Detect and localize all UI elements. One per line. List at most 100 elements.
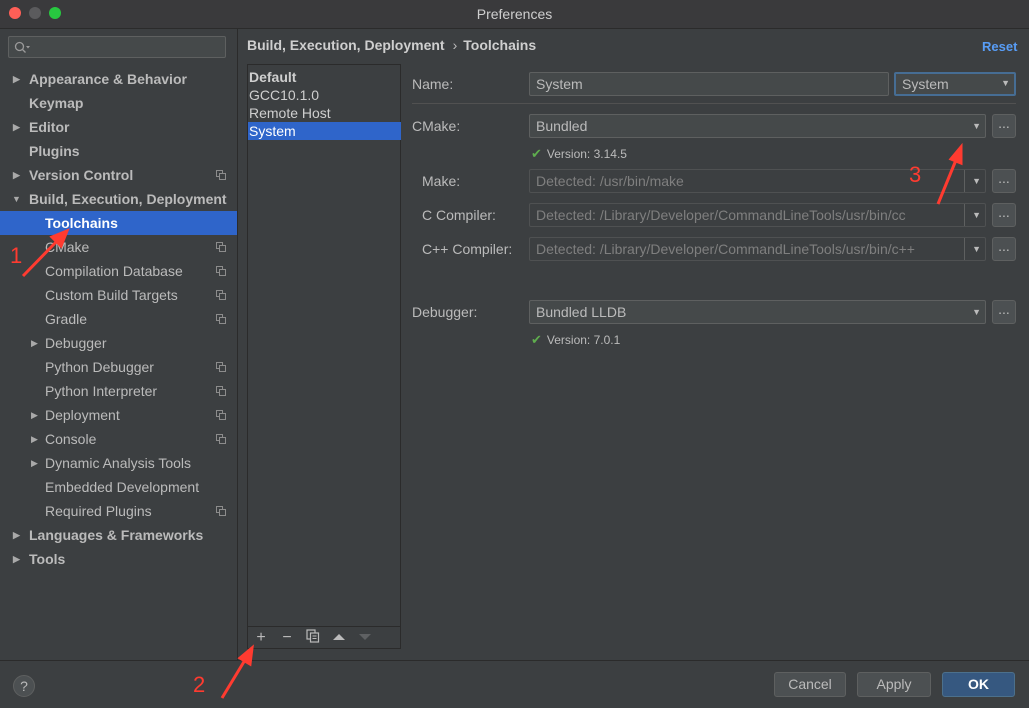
sidebar-item-build-execution-deployment[interactable]: ▼ Build, Execution, Deployment [0,187,237,211]
add-icon[interactable]: + [251,629,271,647]
toolchain-item-remote-host[interactable]: Remote Host [248,104,401,122]
project-settings-icon [216,242,226,252]
environment-type-value: System [902,76,949,92]
expand-arrow-icon[interactable]: ▶ [31,403,38,427]
expand-arrow-icon[interactable]: ▶ [31,331,38,355]
search-input[interactable] [8,36,226,58]
help-button[interactable]: ? [13,675,35,697]
move-down-icon[interactable] [355,629,375,647]
apply-button[interactable]: Apply [857,672,931,697]
sidebar-item-label: Required Plugins [45,503,152,519]
make-value: Detected: /usr/bin/make [536,173,684,189]
toolchain-item-system[interactable]: System [248,122,401,140]
toolchain-item-gcc[interactable]: GCC10.1.0 [248,86,401,104]
cmake-version: ✔ Version: 3.14.5 [531,146,627,162]
list-toolbar: + − [248,626,400,649]
name-input[interactable]: System [529,72,889,96]
sidebar-item-label: Dynamic Analysis Tools [45,455,192,471]
make-browse-button[interactable]: ... [992,169,1016,193]
cpp-compiler-browse-button[interactable]: ... [992,237,1016,261]
sidebar-item-label: Toolchains [45,215,118,231]
toolchain-item-default[interactable]: Default [248,68,401,86]
sidebar-item-debugger[interactable]: ▶ Debugger [0,331,237,355]
annotation-number-2: 2 [193,672,206,697]
toolchain-list: Default GCC10.1.0 Remote Host System + − [247,64,401,649]
sidebar-item-console[interactable]: ▶ Console [0,427,237,451]
debugger-value: Bundled LLDB [536,304,627,320]
project-settings-icon [216,314,226,324]
sidebar-item-editor[interactable]: ▶ Editor [0,115,237,139]
sidebar-item-toolchains[interactable]: Toolchains [0,211,237,235]
combobox-separator [964,204,965,226]
sidebar-item-label: Build, Execution, Deployment [29,191,227,207]
annotation-number-1: 1 [10,243,23,268]
sidebar-item-tools[interactable]: ▶ Tools [0,547,237,571]
sidebar-item-plugins[interactable]: Plugins [0,139,237,163]
make-label: Make: [422,173,461,189]
expand-arrow-icon[interactable]: ▶ [31,427,38,451]
debugger-label: Debugger: [412,304,478,320]
sidebar-item-label: Custom Build Targets [45,287,178,303]
expand-arrow-icon[interactable]: ▶ [31,451,38,475]
title-bar: Preferences [0,0,1029,29]
cmake-label: CMake: [412,118,461,134]
chevron-down-icon[interactable]: ▼ [972,170,981,192]
sidebar-item-embedded-development[interactable]: Embedded Development [0,475,237,499]
collapse-arrow-icon[interactable]: ▼ [12,187,21,211]
sidebar-item-label: Keymap [29,95,84,111]
sidebar-item-custom-build-targets[interactable]: Custom Build Targets [0,283,237,307]
c-compiler-browse-button[interactable]: ... [992,203,1016,227]
cancel-button[interactable]: Cancel [774,672,846,697]
cpp-compiler-combobox[interactable]: Detected: /Library/Developer/CommandLine… [529,237,986,261]
check-icon: ✔ [531,332,542,347]
sidebar-item-dynamic-analysis-tools[interactable]: ▶ Dynamic Analysis Tools [0,451,237,475]
chevron-down-icon: ▼ [972,307,981,317]
sidebar-item-compilation-database[interactable]: Compilation Database [0,259,237,283]
sidebar-item-python-debugger[interactable]: Python Debugger [0,355,237,379]
project-settings-icon [216,266,226,276]
sidebar-item-keymap[interactable]: Keymap [0,91,237,115]
cmake-value: Bundled [536,118,588,134]
remove-icon[interactable]: − [277,629,297,647]
expand-arrow-icon[interactable]: ▶ [13,547,20,571]
sidebar-item-required-plugins[interactable]: Required Plugins [0,499,237,523]
c-compiler-combobox[interactable]: Detected: /Library/Developer/CommandLine… [529,203,986,227]
expand-arrow-icon[interactable]: ▶ [13,115,20,139]
chevron-down-icon[interactable]: ▼ [972,238,981,260]
sidebar-item-python-interpreter[interactable]: Python Interpreter [0,379,237,403]
c-compiler-value: Detected: /Library/Developer/CommandLine… [536,207,906,223]
sidebar-item-deployment[interactable]: ▶ Deployment [0,403,237,427]
sidebar-item-label: Embedded Development [45,479,200,495]
sidebar-item-version-control[interactable]: ▶ Version Control [0,163,237,187]
cmake-dropdown[interactable]: Bundled ▼ [529,114,986,138]
sidebar-item-label: Python Interpreter [45,383,158,399]
sidebar-item-label: Deployment [45,407,120,423]
reset-link[interactable]: Reset [982,39,1017,54]
ok-button[interactable]: OK [942,672,1015,697]
expand-arrow-icon[interactable]: ▶ [13,523,20,547]
sidebar-item-label: Tools [29,551,66,567]
sidebar-item-appearance-behavior[interactable]: ▶ Appearance & Behavior [0,67,237,91]
sidebar-item-label: Gradle [45,311,88,327]
cpp-compiler-label: C++ Compiler: [422,241,513,257]
expand-arrow-icon[interactable]: ▶ [13,163,20,187]
copy-icon[interactable] [303,629,323,647]
sidebar-item-label: Appearance & Behavior [29,71,187,87]
move-up-icon[interactable] [329,629,349,647]
environment-type-dropdown[interactable]: System ▼ [894,72,1016,96]
breadcrumb-separator: › [452,37,458,53]
annotation-number-3: 3 [909,162,922,187]
debugger-browse-button[interactable]: ... [992,300,1016,324]
sidebar-item-cmake[interactable]: CMake [0,235,237,259]
sidebar-item-languages-frameworks[interactable]: ▶ Languages & Frameworks [0,523,237,547]
expand-arrow-icon[interactable]: ▶ [13,67,20,91]
project-settings-icon [216,410,226,420]
chevron-down-icon[interactable]: ▼ [972,204,981,226]
name-label: Name: [412,76,454,92]
project-settings-icon [216,386,226,396]
sidebar-item-gradle[interactable]: Gradle [0,307,237,331]
chevron-down-icon: ▼ [1001,78,1010,88]
cmake-browse-button[interactable]: ... [992,114,1016,138]
debugger-dropdown[interactable]: Bundled LLDB ▼ [529,300,986,324]
breadcrumb-parent[interactable]: Build, Execution, Deployment [247,37,445,53]
